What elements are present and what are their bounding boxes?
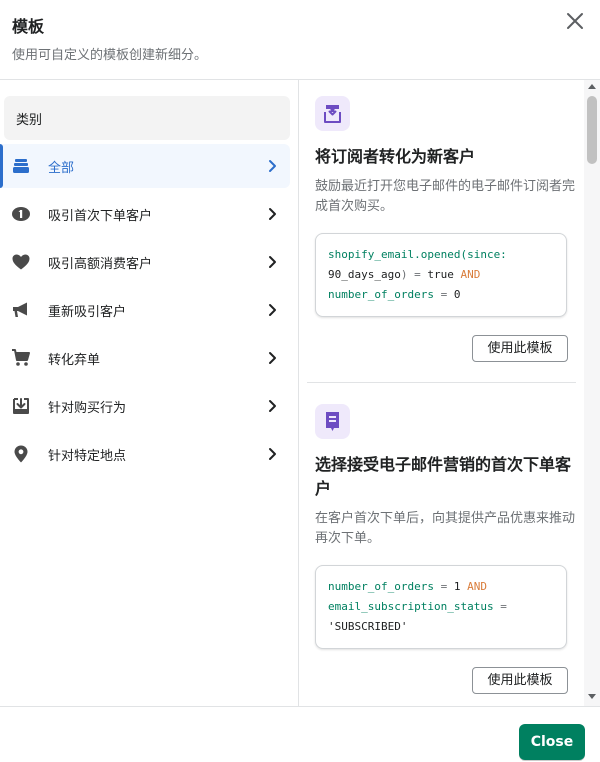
code-token: true	[427, 268, 454, 281]
scrollbar[interactable]	[584, 80, 600, 706]
modal-header: 模板 使用可自定义的模板创建新细分。	[0, 0, 600, 80]
cart-icon	[12, 349, 30, 366]
modal-subtitle: 使用可自定义的模板创建新细分。	[12, 48, 208, 63]
first-order-icon	[12, 207, 30, 221]
close-button[interactable]: Close	[519, 724, 585, 760]
card-divider	[307, 382, 576, 383]
sidebar-item-label: 针对购买行为	[48, 401, 127, 416]
code-line: 90_days_ago) = true AND	[328, 265, 554, 285]
scrollbar-thumb[interactable]	[587, 96, 597, 164]
template-description: 鼓励最近打开您电子邮件的电子邮件订阅者完成首次购买。	[315, 179, 576, 214]
code-token: number_of_orders	[328, 580, 434, 593]
template-title: 选择接受电子邮件营销的首次下单客户	[315, 455, 572, 498]
code-token: 0	[453, 288, 461, 301]
sidebar-item-location[interactable]: 针对特定地点	[0, 432, 290, 476]
code-line: email_subscription_status =	[328, 597, 554, 617]
code-line: shopify_email.opened(since:	[328, 245, 554, 265]
sidebar-item-first-order[interactable]: 吸引首次下单客户	[0, 192, 290, 236]
code-token: shopify_email.opened(since:	[328, 248, 507, 261]
chevron-right-icon	[269, 256, 276, 268]
sidebar-item-label: 吸引首次下单客户	[48, 209, 153, 224]
sidebar-item-label: 全部	[48, 161, 75, 176]
code-line: number_of_orders = 0	[328, 285, 554, 305]
chevron-right-icon	[269, 352, 276, 364]
chevron-right-icon	[269, 160, 276, 172]
sidebar-item-reengage[interactable]: 重新吸引客户	[0, 288, 290, 332]
code-token: 90_days_ago	[328, 268, 401, 281]
modal-footer: Close	[0, 706, 600, 762]
chevron-right-icon	[269, 400, 276, 412]
email-subscribe-icon	[315, 96, 350, 131]
modal-title: 模板	[12, 17, 45, 36]
code-token: AND	[460, 580, 487, 593]
sidebar-item-label: 针对特定地点	[48, 449, 127, 464]
heart-icon	[12, 254, 30, 270]
code-token: 'SUBSCRIBED'	[328, 620, 408, 633]
close-icon[interactable]	[563, 9, 587, 33]
email-marketing-icon	[315, 404, 350, 439]
sidebar-item-all[interactable]: 全部	[0, 144, 290, 188]
template-title: 将订阅者转化为新客户	[315, 147, 476, 166]
chevron-right-icon	[269, 304, 276, 316]
sidebar-item-purchase-behavior[interactable]: 针对购买行为	[0, 384, 290, 428]
scroll-down-arrow-icon[interactable]	[588, 694, 596, 699]
template-description: 在客户首次下单后，向其提供产品优惠来推动再次下单。	[315, 511, 576, 546]
sidebar-item-label: 吸引高额消费客户	[48, 257, 153, 272]
code-token: =	[433, 580, 454, 593]
code-token: email_subscription_status	[328, 600, 494, 613]
code-snippet: shopify_email.opened(since: 90_days_ago)…	[315, 233, 567, 317]
code-token: ) =	[400, 268, 428, 281]
sidebar-item-abandoned-checkout[interactable]: 转化弃单	[0, 336, 290, 380]
location-pin-icon	[14, 445, 28, 463]
code-snippet: number_of_orders = 1 AND email_subscript…	[315, 565, 567, 649]
chevron-right-icon	[269, 208, 276, 220]
code-token: =	[433, 288, 454, 301]
code-token: =	[493, 600, 507, 613]
code-token: number_of_orders	[328, 288, 434, 301]
code-token: AND	[453, 268, 481, 281]
code-line: 'SUBSCRIBED'	[328, 617, 554, 637]
megaphone-icon	[13, 302, 27, 317]
sidebar-item-high-spend[interactable]: 吸引高额消费客户	[0, 240, 290, 284]
category-header-label: 类别	[16, 113, 43, 128]
stack-icon	[13, 159, 29, 173]
download-box-icon	[13, 398, 29, 414]
chevron-right-icon	[269, 448, 276, 460]
code-line: number_of_orders = 1 AND	[328, 577, 554, 597]
sidebar-item-label: 重新吸引客户	[48, 305, 127, 320]
scroll-up-arrow-icon[interactable]	[588, 84, 596, 89]
use-template-button[interactable]: 使用此模板	[472, 667, 568, 694]
use-template-button[interactable]: 使用此模板	[472, 335, 568, 362]
sidebar-item-label: 转化弃单	[48, 353, 101, 368]
category-header: 类别	[4, 96, 290, 140]
template-list: 将订阅者转化为新客户 鼓励最近打开您电子邮件的电子邮件订阅者完成首次购买。 sh…	[299, 80, 600, 706]
category-sidebar: 类别 全部 吸引首次下单客户 吸引高额消费客户 重新吸引客户 转化弃单 针对购买…	[0, 80, 299, 706]
